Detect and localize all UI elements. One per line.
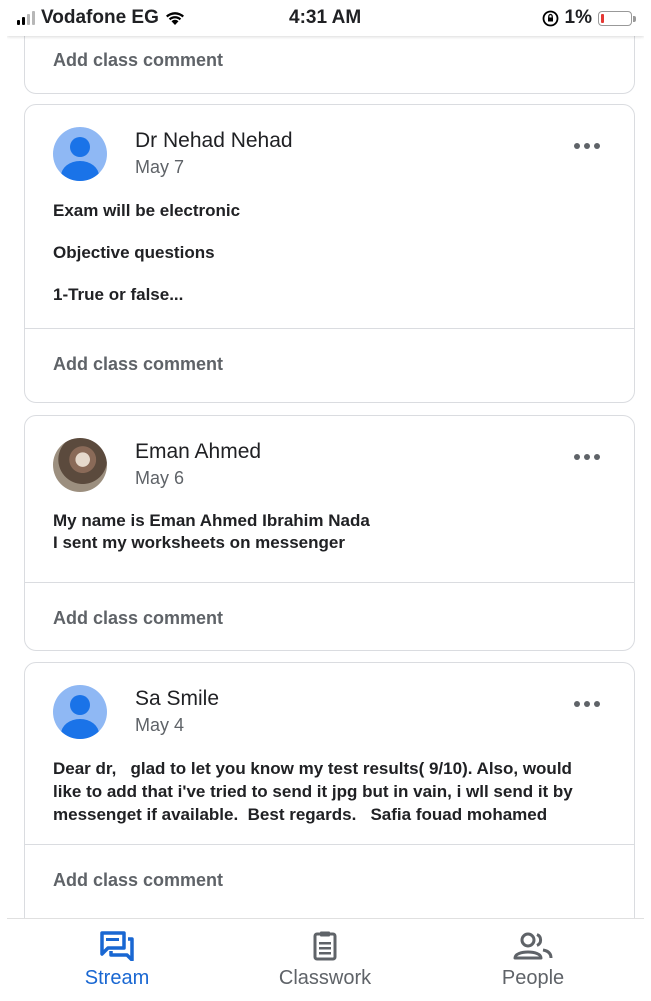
post-line: My name is Eman Ahmed Ibrahim Nada [53,511,370,530]
post-header: Dr Nehad Nehad May 7 [25,105,634,197]
avatar-default-icon[interactable] [53,127,107,181]
nav-stream-label: Stream [84,967,150,989]
battery-fill [601,13,604,23]
nav-stream[interactable]: Stream [17,931,217,990]
post-date: May 6 [135,468,185,488]
signal-icon [17,11,35,25]
status-right: 1% [542,7,636,29]
post-author: Eman Ahmed [135,440,262,463]
post-date: May 7 [135,157,185,177]
post-line: 1-True or false... [53,285,184,304]
avatar-default-icon[interactable] [53,685,107,739]
post-line: I sent my worksheets on messenger [53,533,345,552]
post-header: Eman Ahmed May 6 [25,416,634,508]
avatar-photo[interactable] [53,438,107,492]
post-body: Dear dr, glad to let you know my test re… [25,757,634,826]
people-icon [513,932,553,960]
post-body: My name is Eman Ahmed Ibrahim Nada I sen… [25,510,634,554]
status-time: 4:31 AM [289,7,362,28]
post-card: Dr Nehad Nehad May 7 Exam will be electr… [24,104,635,403]
nav-people-label: People [501,967,565,989]
post-card: Eman Ahmed May 6 My name is Eman Ahmed I… [24,415,635,651]
stream-icon [100,931,134,961]
classwork-icon [313,931,337,961]
post-header: Sa Smile May 4 [25,663,634,755]
more-horiz-icon[interactable] [574,454,600,460]
nav-classwork-label: Classwork [278,967,372,989]
nav-classwork[interactable]: Classwork [225,931,425,990]
post-card: Sa Smile May 4 Dear dr, glad to let you … [24,662,635,962]
add-comment-button[interactable]: Add class comment [25,845,634,915]
orientation-lock-icon [542,10,558,26]
more-horiz-icon[interactable] [574,701,600,707]
post-line: Objective questions [53,243,215,262]
battery-percent: 1% [564,7,592,28]
post-line: Exam will be electronic [53,201,241,220]
nav-people[interactable]: People [433,931,633,990]
carrier-name: Vodafone EG [41,7,159,28]
wifi-icon [165,11,184,25]
post-date: May 4 [135,715,185,735]
add-comment-button[interactable]: Add class comment [25,583,634,650]
post-author: Dr Nehad Nehad [135,129,293,152]
post-line: Dear dr, glad to let you know my test re… [53,759,578,824]
add-comment-button[interactable]: Add class comment [25,329,634,399]
status-bar: Vodafone EG 4:31 AM 1% [7,0,644,36]
post-author: Sa Smile [135,687,220,710]
post-body: Exam will be electronic Objective questi… [25,201,634,305]
more-horiz-icon[interactable] [574,143,600,149]
status-left: Vodafone EG [17,7,185,29]
battery-icon [598,10,636,26]
bottom-navigation: Stream Classwork People [7,918,644,1001]
app-frame: Vodafone EG 4:31 AM 1% Add class comment [7,0,644,1001]
